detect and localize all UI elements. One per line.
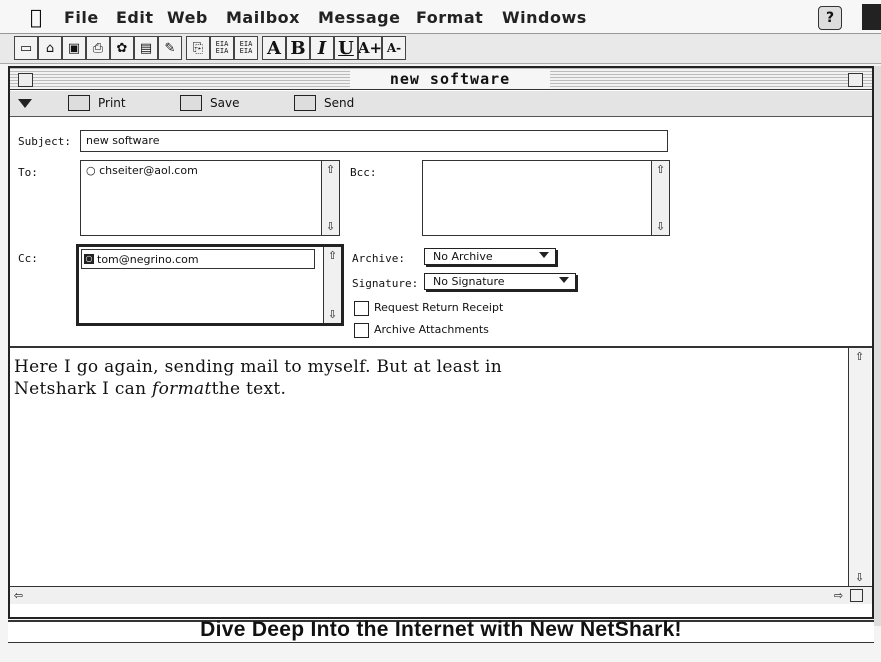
send-label: Send: [324, 96, 355, 110]
cc-scrollbar[interactable]: ⇧ ⇩: [323, 247, 341, 323]
scroll-down-icon[interactable]: ⇩: [853, 571, 866, 584]
bcc-scrollbar[interactable]: ⇧ ⇩: [651, 161, 669, 235]
background-banner-text: Dive Deep Into the Internet with New Net…: [200, 618, 682, 641]
scroll-up-icon[interactable]: ⇧: [654, 163, 667, 176]
action-bar: Print Save Send: [10, 91, 872, 117]
scroll-down-icon[interactable]: ⇩: [326, 308, 339, 321]
cc-field[interactable]: ○ tom@negrino.com ⇧ ⇩: [76, 244, 344, 326]
to-label: To:: [18, 166, 38, 179]
request-receipt-label: Request Return Receipt: [374, 301, 504, 314]
recipient-bullet-icon: ○: [84, 254, 94, 264]
envelope-icon: [294, 95, 316, 111]
application-icon[interactable]: [862, 4, 881, 30]
scroll-up-icon[interactable]: ⇧: [326, 249, 339, 262]
help-icon[interactable]: ?: [818, 6, 842, 30]
to-field[interactable]: ○ chseiter@aol.com ⇧ ⇩: [80, 160, 340, 236]
open-folder-icon[interactable]: ⌂: [38, 36, 62, 60]
subject-label: Subject:: [18, 135, 71, 148]
menu-windows[interactable]: Windows: [502, 8, 587, 27]
underline-icon[interactable]: U: [334, 36, 358, 60]
horizontal-scrollbar[interactable]: ⇦ ⇨: [10, 586, 872, 604]
printer-icon: [68, 95, 90, 111]
scroll-left-icon[interactable]: ⇦: [12, 589, 25, 602]
signature-label: Signature:: [352, 277, 419, 290]
italic-icon[interactable]: I: [310, 36, 334, 60]
to-address: chseiter@aol.com: [99, 164, 198, 177]
message-body[interactable]: Here I go again, sending mail to myself.…: [10, 346, 872, 588]
menu-format[interactable]: Format: [416, 8, 483, 27]
disk-icon: [180, 95, 202, 111]
signature-value: No Signature: [433, 275, 505, 288]
menu-mailbox[interactable]: Mailbox: [226, 8, 300, 27]
compose-icon[interactable]: ✎: [158, 36, 182, 60]
body-scrollbar[interactable]: ⇧ ⇩: [848, 348, 871, 588]
cc-label: Cc:: [18, 252, 38, 265]
chevron-down-icon: [539, 252, 549, 258]
bcc-label: Bcc:: [350, 166, 377, 179]
signature-popup[interactable]: No Signature: [424, 273, 576, 290]
recipient-bullet-icon: ○: [86, 164, 96, 177]
bcc-field[interactable]: ⇧ ⇩: [422, 160, 670, 236]
message-window: new software Print Save Send Subject: ne…: [8, 66, 874, 619]
menu-bar:  File Edit Web Mailbox Message Format W…: [0, 0, 881, 34]
close-box-icon[interactable]: [18, 73, 33, 87]
menu-file[interactable]: File: [64, 8, 99, 27]
to-scrollbar[interactable]: ⇧ ⇩: [321, 161, 339, 235]
font-larger-icon[interactable]: A+: [358, 36, 382, 60]
scroll-up-icon[interactable]: ⇧: [853, 350, 866, 363]
scroll-down-icon[interactable]: ⇩: [324, 220, 337, 233]
archive-popup[interactable]: No Archive: [424, 248, 556, 265]
window-title: new software: [350, 69, 550, 89]
formatted-word: format: [152, 379, 212, 399]
menu-edit[interactable]: Edit: [116, 8, 154, 27]
font-smaller-icon[interactable]: A-: [382, 36, 406, 60]
menu-message[interactable]: Message: [318, 8, 400, 27]
outbox-icon[interactable]: EIA EIA: [234, 36, 258, 60]
print-label: Print: [98, 96, 126, 110]
collapse-triangle-icon[interactable]: [18, 99, 32, 108]
find-icon[interactable]: EIA EIA: [210, 36, 234, 60]
attach-icon[interactable]: ⎘: [186, 36, 210, 60]
bold-icon[interactable]: B: [286, 36, 310, 60]
background-document-strip: [8, 642, 874, 662]
new-document-icon[interactable]: ▭: [14, 36, 38, 60]
print-button[interactable]: Print: [68, 95, 126, 111]
archive-label: Archive:: [352, 252, 405, 265]
save-label: Save: [210, 96, 240, 110]
toolbar: ▭ ⌂ ▣ ⎙ ✿ ▤ ✎ ⎘ EIA EIA EIA EIA A B I U A+…: [0, 34, 881, 64]
body-line-2: Netshark I can formatthe text.: [14, 379, 287, 399]
save-button[interactable]: Save: [180, 95, 239, 111]
print-icon[interactable]: ⎙: [86, 36, 110, 60]
request-receipt-checkbox[interactable]: [354, 301, 369, 316]
message-body-text[interactable]: Here I go again, sending mail to myself.…: [14, 356, 834, 400]
send-button[interactable]: Send: [294, 95, 354, 111]
scroll-right-icon[interactable]: ⇨: [832, 589, 845, 602]
menu-web[interactable]: Web: [167, 8, 208, 27]
archive-attachments-checkbox[interactable]: [354, 323, 369, 338]
save-disk-icon[interactable]: ▣: [62, 36, 86, 60]
archive-value: No Archive: [433, 250, 493, 263]
zoom-box-icon[interactable]: [848, 73, 863, 87]
scroll-down-icon[interactable]: ⇩: [654, 220, 667, 233]
archive-attachments-label: Archive Attachments: [374, 323, 489, 336]
subject-field[interactable]: new software: [80, 130, 668, 152]
cc-address: tom@negrino.com: [97, 252, 199, 266]
body-line-1: Here I go again, sending mail to myself.…: [14, 357, 503, 377]
font-size-icon[interactable]: A: [262, 36, 286, 60]
chevron-down-icon: [559, 277, 569, 283]
mailbox-icon[interactable]: ▤: [134, 36, 158, 60]
sprocket-icon[interactable]: ✿: [110, 36, 134, 60]
apple-menu-icon[interactable]: : [30, 5, 42, 29]
background-window-edge: [874, 66, 881, 626]
window-titlebar[interactable]: new software: [10, 68, 872, 90]
resize-box-icon[interactable]: [850, 589, 863, 602]
scroll-up-icon[interactable]: ⇧: [324, 163, 337, 176]
